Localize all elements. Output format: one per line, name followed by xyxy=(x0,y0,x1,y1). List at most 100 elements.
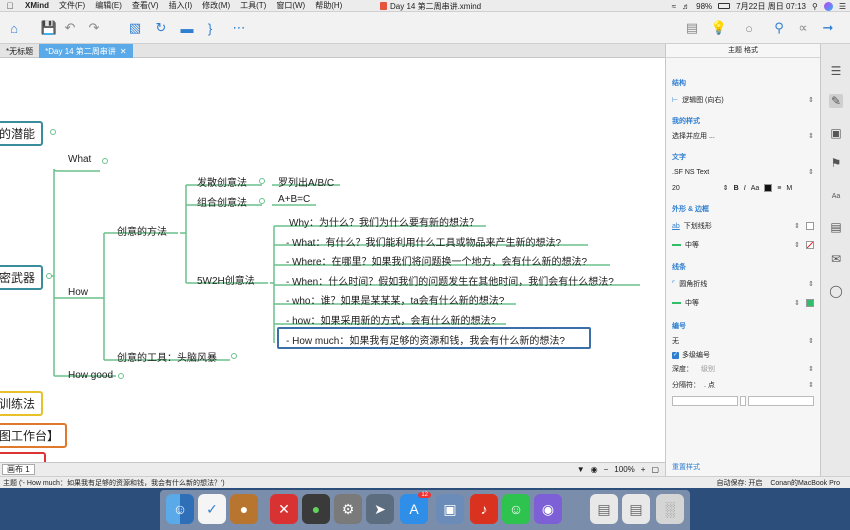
structure-select[interactable]: ⊢ 逻辑图 (向右) ⇕ xyxy=(672,94,814,106)
format-brush-icon[interactable]: ✎ xyxy=(829,94,843,108)
task-icon[interactable]: ◯ xyxy=(829,284,843,298)
idea-icon[interactable]: 💡 xyxy=(710,19,728,37)
border-weight-select[interactable]: 中等 ⇕ xyxy=(672,239,814,251)
topic-5w2h[interactable]: 5W2H创意法 xyxy=(197,272,255,287)
multilevel-checkbox-row[interactable]: ✓ 多级编号 xyxy=(672,349,814,361)
outline-icon[interactable]: ☰ xyxy=(829,64,843,78)
topic-why[interactable]: Why：为什么？我们为什么要有新的想法？ xyxy=(289,214,479,229)
summary-icon[interactable]: ▬ xyxy=(178,19,196,37)
autosave-status[interactable]: 自动保存: 开启 xyxy=(716,478,762,488)
trash-icon[interactable]: ░ xyxy=(656,494,684,524)
screen-capture-icon[interactable]: ◉ xyxy=(534,494,562,524)
collapse-toggle[interactable] xyxy=(46,273,52,279)
topic-when[interactable]: - When：什么时间？假如我们的问题发生在其他时间，我们会有什么想法? xyxy=(286,273,614,288)
menu-help[interactable]: 帮助(H) xyxy=(310,0,347,11)
zoom-level[interactable]: 100% xyxy=(614,465,634,474)
root-topic-fragment-training[interactable]: 训练法 xyxy=(0,391,44,416)
font-size-stepper-icon[interactable]: ⇕ xyxy=(723,184,729,192)
filter-icon[interactable]: ▼ xyxy=(577,465,585,474)
topic-how-item[interactable]: - how：如果采用新的方式，会有什么新的想法? xyxy=(286,312,496,327)
format-field[interactable] xyxy=(740,396,746,406)
image-icon[interactable]: ▣ xyxy=(829,126,843,140)
comment-icon[interactable]: ✉ xyxy=(829,252,843,266)
menu-tools[interactable]: 工具(T) xyxy=(235,0,271,11)
presentation-icon[interactable]: ▤ xyxy=(683,19,701,37)
collapse-toggle[interactable] xyxy=(259,178,265,184)
root-topic-fragment-partial[interactable] xyxy=(0,452,46,462)
present-icon[interactable]: ○ xyxy=(742,19,756,37)
preview-icon[interactable]: ▣ xyxy=(436,494,464,524)
topic-divergent[interactable]: 发散创意法 xyxy=(197,174,247,189)
style-icon[interactable]: Aa xyxy=(829,190,843,204)
zoom-out-button[interactable]: − xyxy=(604,465,609,474)
boundary-icon[interactable]: } xyxy=(202,19,218,37)
collapse-toggle[interactable] xyxy=(102,158,108,164)
separator-select[interactable]: 分隔符： . 点 ⇕ xyxy=(672,379,814,391)
zoom-in-button[interactable]: + xyxy=(641,465,646,474)
tab-untitled[interactable]: *无标题 xyxy=(0,44,39,58)
save-icon[interactable]: 💾 xyxy=(40,19,58,37)
close-tab-icon[interactable]: ✕ xyxy=(120,47,127,56)
fit-icon[interactable]: ▢ xyxy=(651,465,659,474)
export-icon[interactable]: ➞ xyxy=(818,19,838,37)
omnifocus-icon[interactable]: ✓ xyxy=(198,494,226,524)
reset-style-button[interactable]: 重置样式 xyxy=(672,462,700,472)
tab-day14[interactable]: *Day 14 第二周串讲 ✕ xyxy=(39,44,133,58)
undo-icon[interactable]: ↶ xyxy=(62,19,78,37)
netease-music-icon[interactable]: ♪ xyxy=(470,494,498,524)
menu-view[interactable]: 查看(V) xyxy=(127,0,164,11)
datetime[interactable]: 7月22日 周日 07:13 xyxy=(736,1,806,12)
menu-window[interactable]: 窗口(W) xyxy=(271,0,310,11)
menu-app[interactable]: XMind xyxy=(20,1,54,10)
volume-icon[interactable]: ♬ xyxy=(682,2,690,11)
notes-icon[interactable]: ▤ xyxy=(829,220,843,234)
search-icon[interactable]: ⚲ xyxy=(770,19,788,37)
menu-edit[interactable]: 编辑(E) xyxy=(90,0,127,11)
menu-file[interactable]: 文件(F) xyxy=(54,0,90,11)
topic-how-much[interactable]: - How much：如果我有足够的资源和钱，我会有什么新的想法? xyxy=(286,332,565,347)
wifi-icon[interactable]: ≈ xyxy=(672,2,676,11)
redo-icon[interactable]: ↷ xyxy=(86,19,102,37)
downloads-folder-icon[interactable]: ▤ xyxy=(622,494,650,524)
siri-icon[interactable] xyxy=(823,1,833,11)
line-weight-select[interactable]: 中等 ⇕ xyxy=(672,297,814,309)
collapse-toggle[interactable] xyxy=(259,198,265,204)
font-size-value[interactable]: 20 xyxy=(672,185,680,192)
more-icon[interactable]: ⋯ xyxy=(228,19,250,37)
fill-color-swatch[interactable] xyxy=(806,222,814,230)
text-color-swatch[interactable] xyxy=(764,184,773,192)
notification-center-icon[interactable]: ☰ xyxy=(839,2,846,11)
topic-creative-method[interactable]: 创意的方法 xyxy=(117,223,167,238)
topic-divergent-detail[interactable]: 罗列出A/B/C xyxy=(278,174,334,189)
line-shape-select[interactable]: ⌜ 圆角折线 ⇕ xyxy=(672,278,814,290)
prefix-field[interactable] xyxy=(672,396,738,406)
topic-how-good[interactable]: How good xyxy=(68,370,113,381)
relationship-icon[interactable]: ↻ xyxy=(152,19,170,37)
collapse-toggle[interactable] xyxy=(231,353,237,359)
apple-icon[interactable]:  xyxy=(0,1,20,11)
xmind-icon[interactable]: ✕ xyxy=(270,494,298,524)
bold-button[interactable]: B xyxy=(734,185,739,192)
root-topic-fragment[interactable]: 的潜能 xyxy=(0,121,44,146)
acorn-icon[interactable]: ● xyxy=(230,494,258,524)
numbering-select[interactable]: 无 ⇕ xyxy=(672,335,814,347)
finder-icon[interactable]: ☺ xyxy=(166,494,194,524)
topic-creative-tool[interactable]: 创意的工具：头脑风暴 xyxy=(117,349,217,364)
depth-select[interactable]: 深度： 级别 ⇕ xyxy=(672,363,814,375)
documents-folder-icon[interactable]: ▤ xyxy=(590,494,618,524)
font-case-button[interactable]: Aa xyxy=(751,185,760,192)
border-color-swatch[interactable] xyxy=(806,241,814,249)
topic-what-item[interactable]: - What：有什么？我们能利用什么工具或物品来产生新的想法? xyxy=(286,234,561,249)
battery-icon[interactable] xyxy=(718,3,731,9)
root-topic-fragment-main[interactable]: 密武器 xyxy=(0,265,44,290)
topic-where[interactable]: - Where：在哪里？如果我们将问题换一个地方，会有什么新的想法? xyxy=(286,253,587,268)
home-icon[interactable]: ⌂ xyxy=(4,19,24,37)
align-button[interactable]: ≡ xyxy=(777,185,781,192)
topic-combine[interactable]: 组合创意法 xyxy=(197,194,247,209)
multilevel-checkbox[interactable]: ✓ xyxy=(672,351,679,359)
sheet-tab[interactable]: 画布 1 xyxy=(2,464,35,475)
system-preferences-icon[interactable]: ⚙ xyxy=(334,494,362,524)
wechat-icon[interactable]: ☺ xyxy=(502,494,530,524)
marker-flag-icon[interactable]: ⚑ xyxy=(829,156,843,170)
shape-select[interactable]: ab 下划线形 ⇕ xyxy=(672,220,814,232)
